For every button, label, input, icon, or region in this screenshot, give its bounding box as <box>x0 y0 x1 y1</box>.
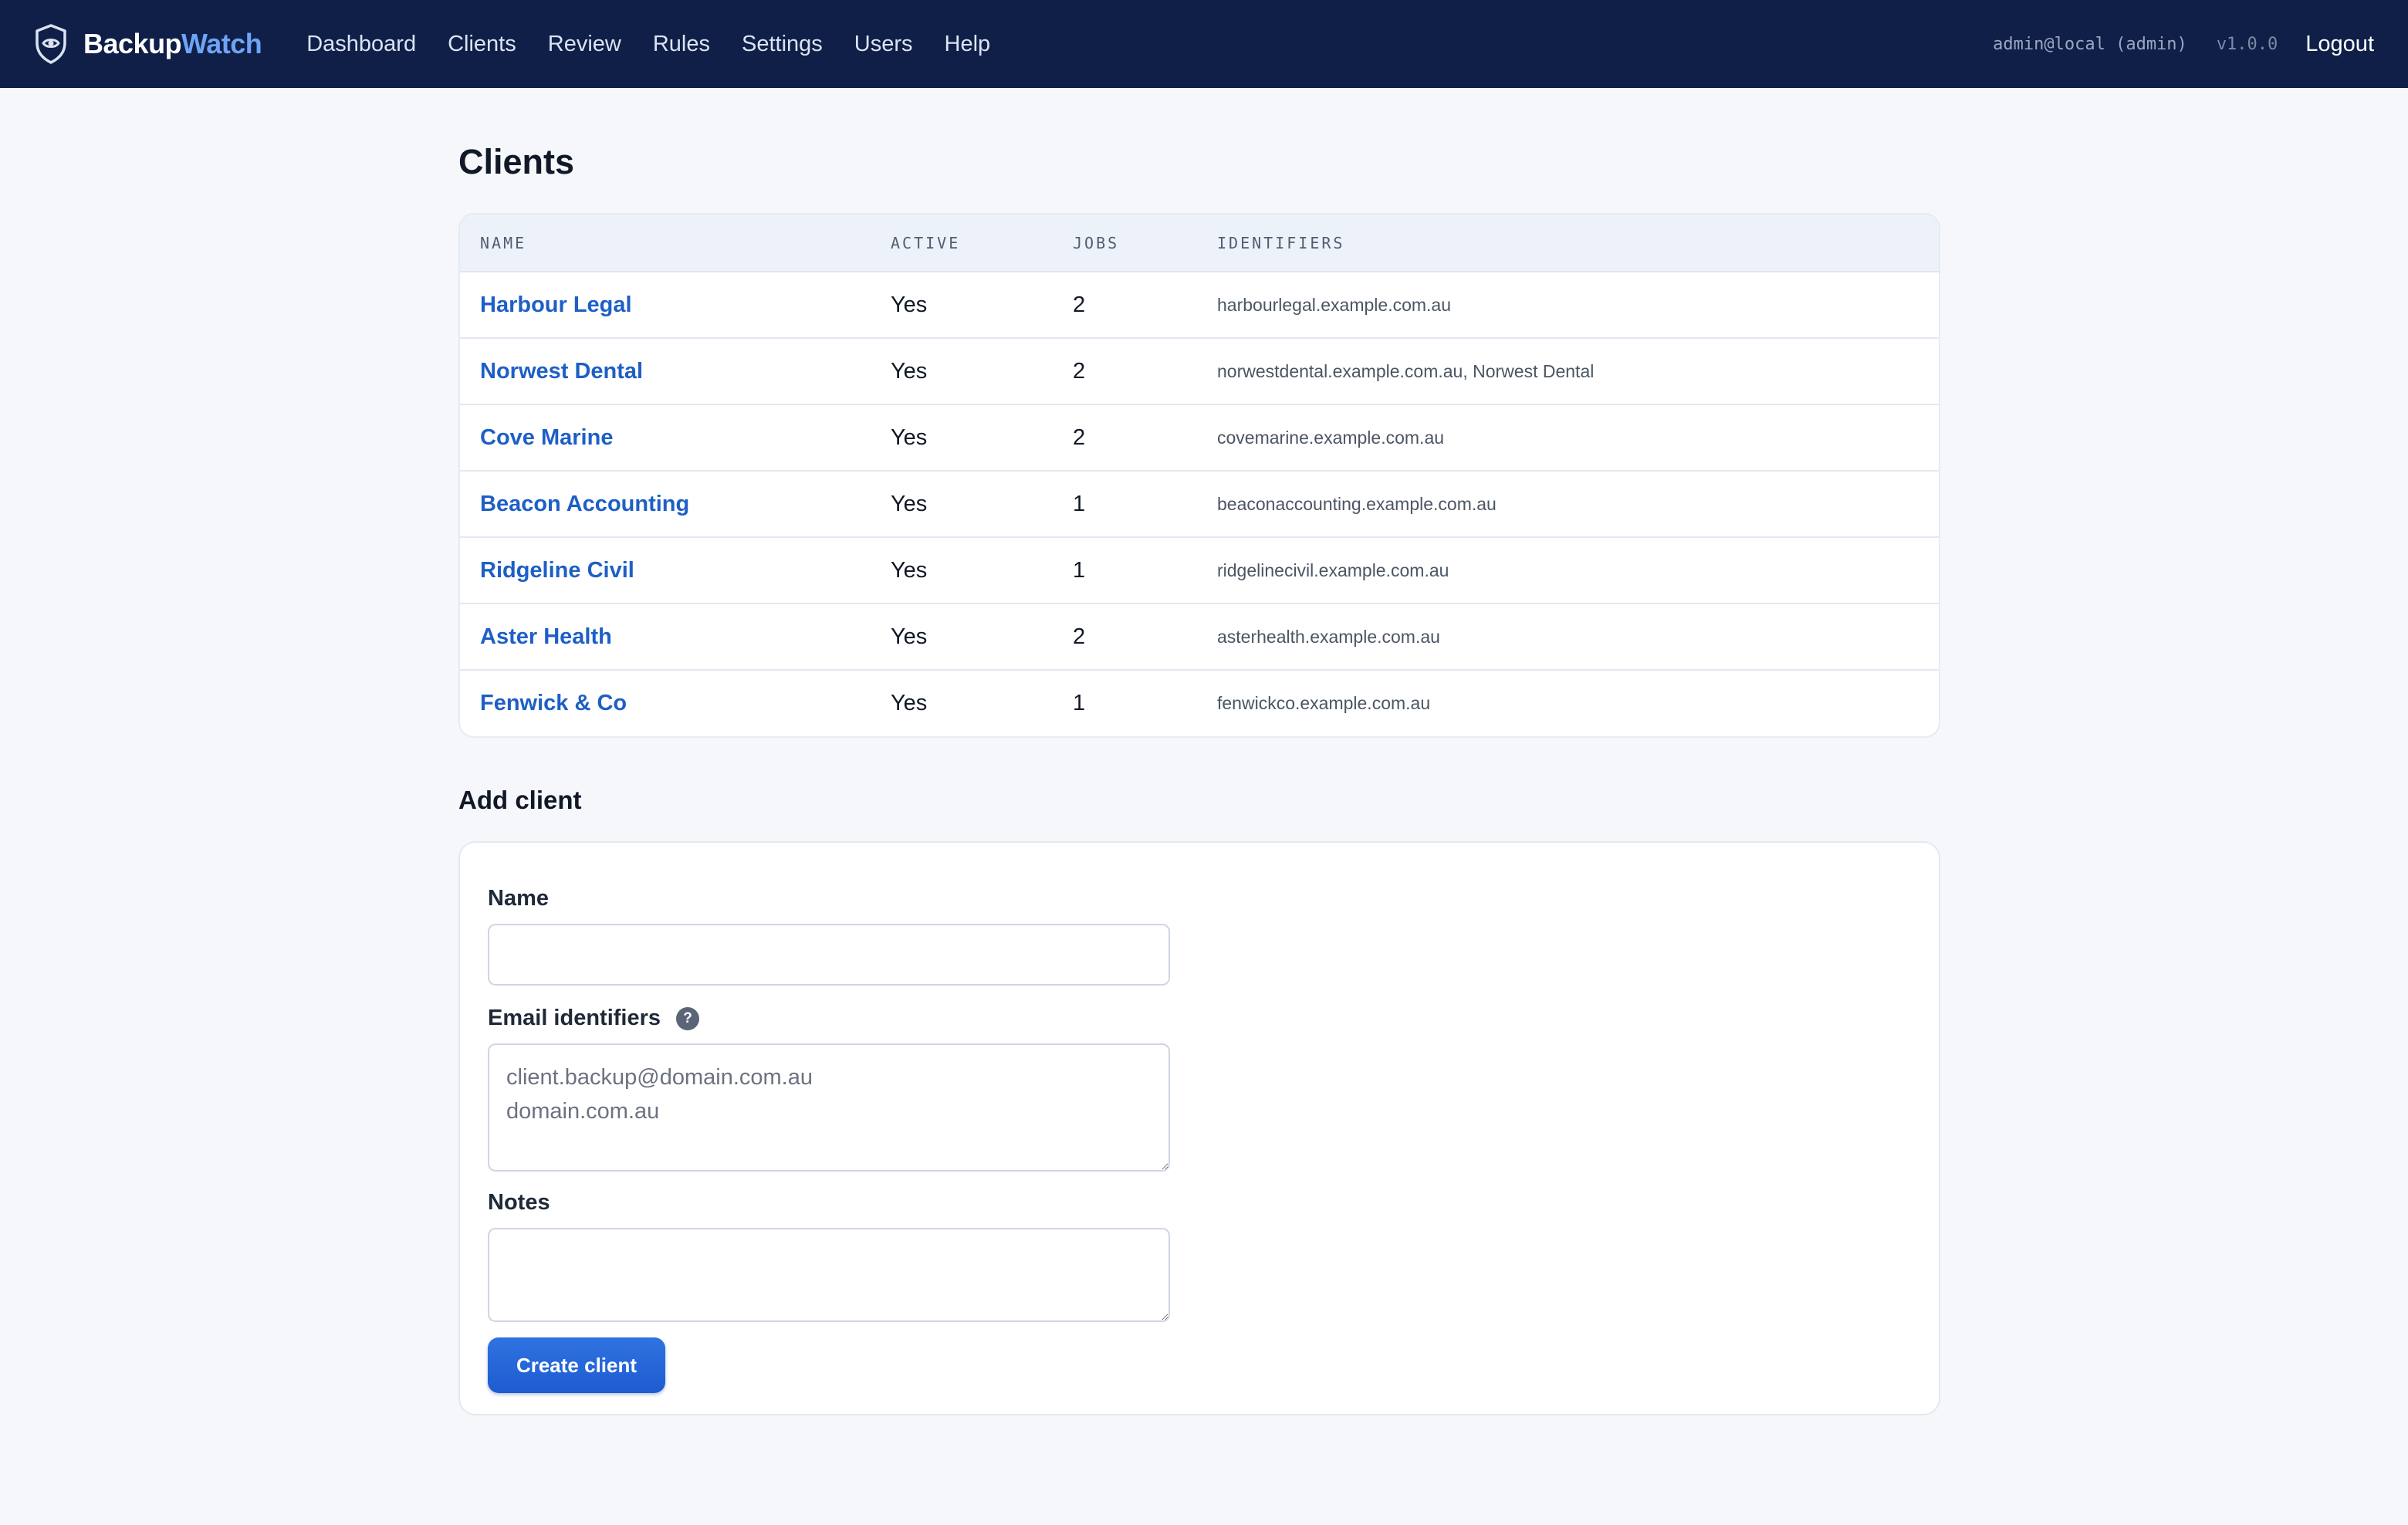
brand-name: BackupWatch <box>83 28 262 60</box>
client-active: Yes <box>891 491 928 516</box>
shield-eye-icon <box>36 24 66 64</box>
name-input[interactable] <box>488 924 1170 986</box>
client-link[interactable]: Aster Health <box>480 624 612 649</box>
name-label-text: Name <box>488 886 549 911</box>
client-link[interactable]: Harbour Legal <box>480 292 632 317</box>
client-identifiers: fenwickco.example.com.au <box>1217 693 1431 713</box>
main-content: Clients NAME ACTIVE JOBS IDENTIFIERS Har… <box>458 88 1940 1415</box>
client-identifiers: ridgelinecivil.example.com.au <box>1217 560 1449 580</box>
add-client-title: Add client <box>458 786 582 814</box>
table-row: Beacon Accounting Yes 1 beaconaccounting… <box>460 471 1939 537</box>
current-user: admin@local (admin) <box>1993 34 2187 54</box>
nav-rules[interactable]: Rules <box>653 32 710 57</box>
table-row: Aster Health Yes 2 asterhealth.example.c… <box>460 604 1939 670</box>
nav-dashboard[interactable]: Dashboard <box>306 32 416 57</box>
client-link[interactable]: Cove Marine <box>480 425 613 450</box>
table-row: Fenwick & Co Yes 1 fenwickco.example.com… <box>460 670 1939 736</box>
page-title: Clients <box>458 142 575 181</box>
client-jobs: 1 <box>1073 691 1086 715</box>
main-nav: Dashboard Clients Review Rules Settings … <box>306 32 1022 57</box>
header-jobs: JOBS <box>1053 215 1197 272</box>
client-active: Yes <box>891 358 928 384</box>
logout-link[interactable]: Logout <box>2305 32 2374 57</box>
app-version: v1.0.0 <box>2216 34 2278 54</box>
client-identifiers: beaconaccounting.example.com.au <box>1217 493 1497 514</box>
table-row: Cove Marine Yes 2 covemarine.example.com… <box>460 404 1939 471</box>
create-client-button[interactable]: Create client <box>488 1337 665 1393</box>
nav-review[interactable]: Review <box>548 32 621 57</box>
name-label: Name <box>488 886 1911 911</box>
client-jobs: 2 <box>1073 292 1086 317</box>
client-active: Yes <box>891 292 928 317</box>
clients-table-card: NAME ACTIVE JOBS IDENTIFIERS Harbour Leg… <box>458 213 1940 738</box>
identifiers-label-text: Email identifiers <box>488 1006 661 1030</box>
client-link[interactable]: Ridgeline Civil <box>480 558 634 583</box>
table-row: Norwest Dental Yes 2 norwestdental.examp… <box>460 338 1939 404</box>
nav-settings[interactable]: Settings <box>742 32 823 57</box>
question-circle-icon[interactable]: ? <box>676 1006 700 1030</box>
client-active: Yes <box>891 624 928 649</box>
client-identifiers: covemarine.example.com.au <box>1217 427 1445 448</box>
notes-textarea[interactable] <box>488 1228 1170 1322</box>
notes-label-text: Notes <box>488 1190 550 1215</box>
client-jobs: 1 <box>1073 557 1086 583</box>
client-active: Yes <box>891 424 928 450</box>
client-link[interactable]: Norwest Dental <box>480 359 643 384</box>
client-jobs: 2 <box>1073 358 1086 384</box>
notes-label: Notes <box>488 1190 1911 1216</box>
client-active: Yes <box>891 557 928 583</box>
brand-name-part2: Watch <box>181 28 262 59</box>
nav-help[interactable]: Help <box>945 32 991 57</box>
topbar-right: admin@local (admin) v1.0.0 Logout <box>1993 32 2374 57</box>
add-client-form: Name Email identifiers ? Notes Create cl… <box>458 841 1940 1415</box>
client-identifiers: norwestdental.example.com.au, Norwest De… <box>1217 360 1595 381</box>
client-jobs: 2 <box>1073 424 1086 450</box>
header-active: ACTIVE <box>871 215 1053 272</box>
brand-name-part1: Backup <box>83 28 182 59</box>
nav-users[interactable]: Users <box>854 32 913 57</box>
client-identifiers: asterhealth.example.com.au <box>1217 626 1440 647</box>
header-name: NAME <box>460 215 871 272</box>
top-navbar: BackupWatch Dashboard Clients Review Rul… <box>0 0 2408 88</box>
header-identifiers: IDENTIFIERS <box>1197 215 1939 272</box>
table-row: Ridgeline Civil Yes 1 ridgelinecivil.exa… <box>460 537 1939 604</box>
client-jobs: 2 <box>1073 624 1086 649</box>
nav-clients[interactable]: Clients <box>448 32 516 57</box>
client-link[interactable]: Beacon Accounting <box>480 492 689 516</box>
email-identifiers-textarea[interactable] <box>488 1043 1170 1172</box>
client-active: Yes <box>891 691 928 715</box>
client-link[interactable]: Fenwick & Co <box>480 691 627 715</box>
clients-table: NAME ACTIVE JOBS IDENTIFIERS Harbour Leg… <box>460 215 1939 736</box>
identifiers-label: Email identifiers ? <box>488 1006 1911 1031</box>
brand[interactable]: BackupWatch <box>34 23 262 65</box>
table-header-row: NAME ACTIVE JOBS IDENTIFIERS <box>460 215 1939 272</box>
table-row: Harbour Legal Yes 2 harbourlegal.example… <box>460 272 1939 338</box>
client-identifiers: harbourlegal.example.com.au <box>1217 294 1452 315</box>
client-jobs: 1 <box>1073 491 1086 516</box>
